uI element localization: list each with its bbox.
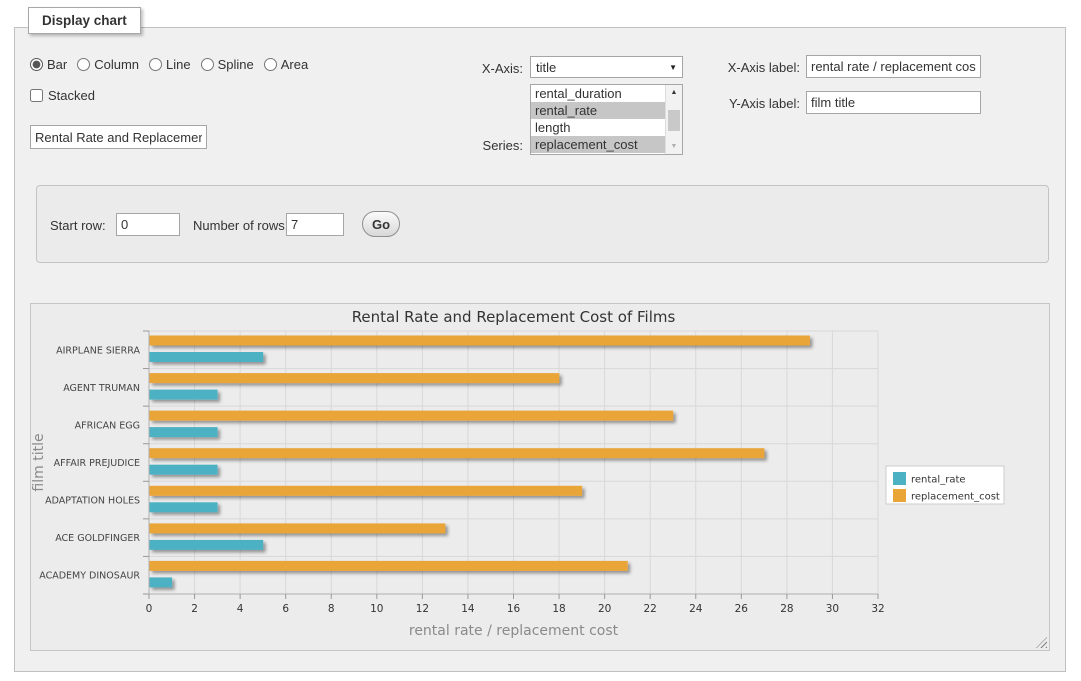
- x-tick-label: 6: [282, 603, 289, 615]
- x-tick-label: 10: [370, 603, 383, 615]
- scroll-up-icon[interactable]: ▲: [666, 85, 682, 100]
- series-listbox-items: rental_durationrental_ratelengthreplacem…: [531, 85, 665, 154]
- bar-chart: 02468101214161820222426283032AIRPLANE SI…: [31, 304, 1049, 650]
- bar-rental_rate: [150, 390, 218, 400]
- x-tick-label: 32: [871, 603, 884, 615]
- x-axis-select-label: X-Axis:: [430, 61, 523, 76]
- x-tick-label: 18: [552, 603, 565, 615]
- bar-replacement_cost: [150, 561, 628, 571]
- series-option-length[interactable]: length: [531, 119, 665, 136]
- legend-label: rental_rate: [911, 475, 966, 486]
- chevron-down-icon: ▼: [669, 63, 677, 72]
- x-tick-label: 2: [191, 603, 198, 615]
- chart-type-option-spline[interactable]: Spline: [201, 57, 254, 72]
- bar-rental_rate: [150, 540, 264, 550]
- bar-replacement_cost: [150, 486, 583, 496]
- series-option-replacement_cost[interactable]: replacement_cost: [531, 136, 665, 153]
- bar-rental_rate: [150, 465, 218, 475]
- y-axis-title: film title: [31, 433, 47, 491]
- radio-label: Column: [94, 57, 139, 72]
- row-range-panel: [36, 185, 1049, 263]
- radio-bar[interactable]: [30, 58, 43, 71]
- series-listbox-scrollbar[interactable]: ▲ ▼: [665, 85, 682, 154]
- radio-label: Bar: [47, 57, 67, 72]
- category-label: AFRICAN EGG: [75, 420, 140, 431]
- x-tick-label: 12: [416, 603, 429, 615]
- chart-gridlines: [149, 331, 878, 594]
- legend-label: replacement_cost: [911, 492, 1000, 503]
- category-label: ACADEMY DINOSAUR: [39, 571, 140, 582]
- bar-replacement_cost: [150, 523, 446, 533]
- x-axis-select[interactable]: title ▼: [530, 56, 683, 78]
- chart-type-radiogroup: Bar Column Line Spline Area: [30, 57, 308, 72]
- radio-label: Line: [166, 57, 191, 72]
- bar-rental_rate: [150, 352, 264, 362]
- number-of-rows-input[interactable]: [286, 213, 344, 236]
- legend-swatch-replacement_cost: [893, 489, 906, 502]
- scroll-down-icon[interactable]: ▼: [666, 139, 682, 154]
- stacked-label: Stacked: [48, 88, 95, 103]
- radio-area[interactable]: [264, 58, 277, 71]
- fieldset-legend: Display chart: [28, 7, 141, 34]
- bar-rental_rate: [150, 427, 218, 437]
- chart-title-input[interactable]: [30, 125, 207, 149]
- radio-label: Area: [281, 57, 308, 72]
- series-listbox[interactable]: rental_durationrental_ratelengthreplacem…: [530, 84, 683, 155]
- radio-spline[interactable]: [201, 58, 214, 71]
- x-tick-label: 28: [780, 603, 793, 615]
- category-label: AIRPLANE SIERRA: [56, 345, 140, 356]
- start-row-label: Start row:: [50, 218, 106, 233]
- bar-replacement_cost: [150, 336, 810, 346]
- stacked-option[interactable]: Stacked: [30, 88, 95, 103]
- bar-rental_rate: [150, 502, 218, 512]
- start-row-input[interactable]: [116, 213, 180, 236]
- x-tick-label: 16: [507, 603, 521, 615]
- category-label: ADAPTATION HOLES: [45, 496, 140, 507]
- scrollbar-thumb[interactable]: [668, 110, 680, 131]
- chart-bars: [150, 336, 810, 588]
- x-tick-label: 22: [644, 603, 657, 615]
- chart-type-option-line[interactable]: Line: [149, 57, 191, 72]
- chart-titles: Rental Rate and Replacement Cost of Film…: [31, 308, 675, 639]
- radio-label: Spline: [218, 57, 254, 72]
- category-label: AFFAIR PREJUDICE: [54, 458, 140, 469]
- radio-line[interactable]: [149, 58, 162, 71]
- bar-replacement_cost: [150, 448, 765, 458]
- legend-swatch-rental_rate: [893, 472, 906, 485]
- number-of-rows-label: Number of rows:: [193, 218, 288, 233]
- x-tick-label: 0: [146, 603, 153, 615]
- fieldset-legend-title: Display chart: [42, 13, 127, 28]
- x-tick-label: 24: [689, 603, 703, 615]
- x-tick-label: 30: [826, 603, 839, 615]
- chart-legend: rental_rate replacement_cost: [886, 466, 1004, 504]
- y-axis-label-label: Y-Axis label:: [688, 96, 800, 111]
- chart-title: Rental Rate and Replacement Cost of Film…: [352, 308, 676, 326]
- x-tick-label: 8: [328, 603, 335, 615]
- series-listbox-label: Series:: [430, 138, 523, 153]
- x-axis-title: rental rate / replacement cost: [409, 623, 619, 639]
- series-option-rental_rate[interactable]: rental_rate: [531, 102, 665, 119]
- x-tick-label: 20: [598, 603, 611, 615]
- chart-type-option-bar[interactable]: Bar: [30, 57, 67, 72]
- x-tick-label: 26: [735, 603, 749, 615]
- bar-replacement_cost: [150, 373, 560, 383]
- series-option-rental_duration[interactable]: rental_duration: [531, 85, 665, 102]
- x-axis-label-input[interactable]: [806, 55, 981, 78]
- display-chart-page: Display chart Bar Column Line Spline Area St…: [0, 0, 1081, 681]
- go-button[interactable]: Go: [362, 211, 400, 237]
- bar-rental_rate: [150, 577, 173, 587]
- x-axis-select-value: title: [536, 60, 556, 75]
- chart-type-option-area[interactable]: Area: [264, 57, 308, 72]
- chart-type-option-column[interactable]: Column: [77, 57, 139, 72]
- category-label: AGENT TRUMAN: [63, 383, 140, 394]
- bar-replacement_cost: [150, 411, 674, 421]
- x-tick-label: 4: [237, 603, 244, 615]
- category-label: ACE GOLDFINGER: [55, 533, 140, 544]
- radio-column[interactable]: [77, 58, 90, 71]
- y-axis-label-input[interactable]: [806, 91, 981, 114]
- x-tick-label: 14: [461, 603, 475, 615]
- x-axis-label-label: X-Axis label:: [688, 60, 800, 75]
- chart-container: 02468101214161820222426283032AIRPLANE SI…: [30, 303, 1050, 651]
- stacked-checkbox[interactable]: [30, 89, 43, 102]
